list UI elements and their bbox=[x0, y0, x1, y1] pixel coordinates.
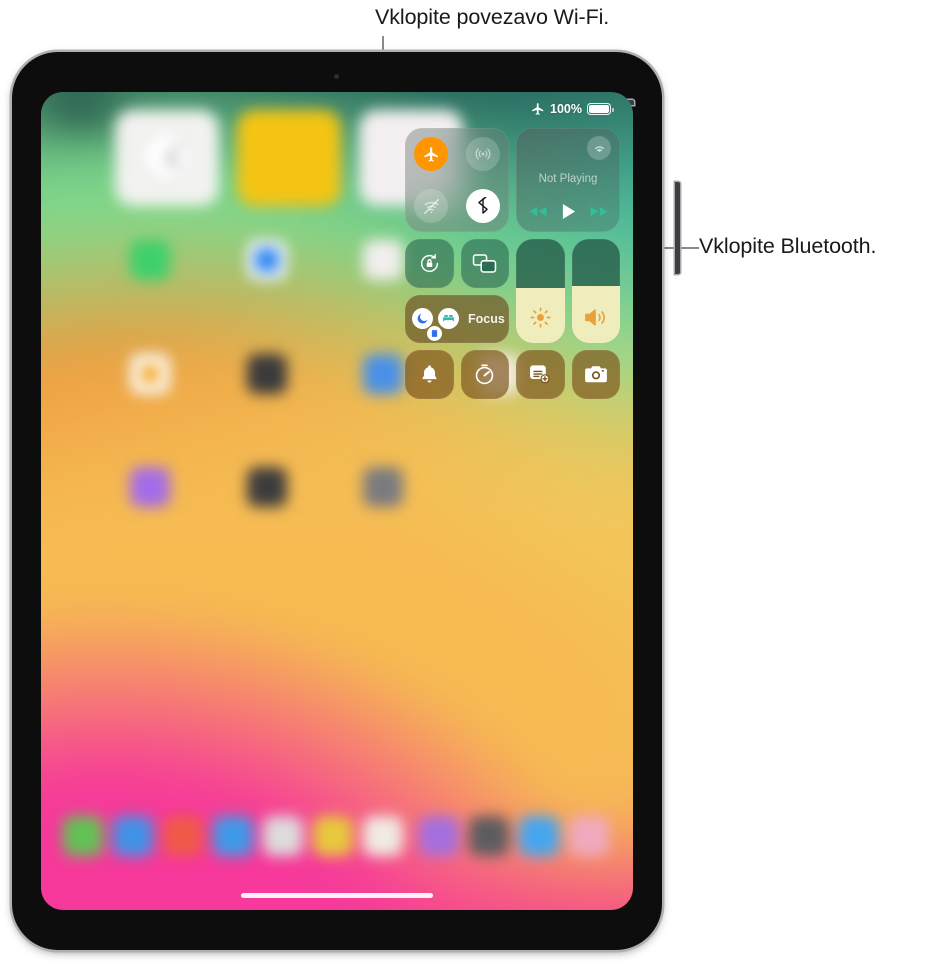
brightness-slider[interactable] bbox=[516, 239, 565, 343]
front-camera-icon bbox=[334, 74, 339, 79]
speaker-icon bbox=[572, 306, 621, 329]
cc-row-top: Not Playing bbox=[405, 128, 621, 232]
now-playing-module: Not Playing bbox=[516, 128, 620, 232]
timer-button[interactable] bbox=[460, 350, 509, 399]
dock-icon[interactable] bbox=[313, 816, 353, 856]
play-icon[interactable] bbox=[561, 203, 576, 220]
app-icon[interactable] bbox=[130, 467, 170, 507]
cellular-data-button[interactable] bbox=[466, 137, 500, 171]
dock-icon[interactable] bbox=[163, 816, 203, 856]
rewind-icon[interactable] bbox=[528, 205, 548, 218]
cc-row-bottom bbox=[405, 350, 621, 399]
dock-icon[interactable] bbox=[63, 816, 103, 856]
status-bar: 100% bbox=[531, 102, 614, 116]
dock-icon[interactable] bbox=[263, 816, 303, 856]
app-icon[interactable] bbox=[247, 467, 287, 507]
app-icon-inner bbox=[140, 364, 160, 384]
dock-icon[interactable] bbox=[569, 816, 609, 856]
reading-icon bbox=[427, 326, 442, 341]
app-icon[interactable] bbox=[247, 354, 287, 394]
callout-label-bluetooth: Vklopite Bluetooth. bbox=[699, 234, 877, 258]
notes-widget[interactable] bbox=[237, 110, 341, 206]
cc-row-middle: Focus bbox=[405, 239, 621, 343]
app-icon[interactable] bbox=[363, 467, 403, 507]
dock-icon[interactable] bbox=[519, 816, 559, 856]
battery-icon bbox=[587, 103, 614, 115]
callout-label-wifi: Vklopite povezavo Wi-Fi. bbox=[375, 5, 610, 29]
dock-icon[interactable] bbox=[213, 816, 253, 856]
focus-button[interactable]: Focus bbox=[405, 294, 509, 343]
quick-note-button[interactable] bbox=[516, 350, 565, 399]
volume-slider[interactable] bbox=[571, 239, 621, 343]
airplane-mode-button[interactable] bbox=[414, 137, 448, 171]
ipad-device: 100% Not Playing Focus bbox=[12, 52, 680, 950]
home-indicator[interactable] bbox=[241, 893, 433, 898]
screenshot-root: Vklopite povezavo Wi-Fi. Vklopite Blueto… bbox=[0, 0, 950, 979]
app-icon[interactable] bbox=[363, 354, 403, 394]
dock bbox=[55, 808, 619, 870]
dock-icon[interactable] bbox=[469, 816, 509, 856]
silent-mode-button[interactable] bbox=[405, 350, 454, 399]
airplay-audio-icon[interactable] bbox=[587, 136, 611, 160]
dock-icon[interactable] bbox=[419, 816, 459, 856]
screen-mirroring-button[interactable] bbox=[460, 239, 509, 288]
volume-buttons[interactable] bbox=[675, 182, 680, 274]
control-center: Not Playing Focus bbox=[405, 128, 621, 399]
app-icon[interactable] bbox=[363, 240, 403, 280]
now-playing-transport bbox=[516, 203, 620, 220]
app-icon[interactable] bbox=[130, 240, 170, 280]
now-playing-title: Not Playing bbox=[538, 173, 598, 185]
bluetooth-button[interactable] bbox=[466, 189, 500, 223]
battery-percent-label: 100% bbox=[550, 102, 582, 116]
airplane-icon bbox=[531, 102, 545, 116]
camera-button[interactable] bbox=[571, 350, 620, 399]
app-icon-inner bbox=[255, 248, 279, 272]
clock-widget[interactable] bbox=[115, 110, 219, 206]
dock-icon[interactable] bbox=[363, 816, 403, 856]
dock-icon[interactable] bbox=[113, 816, 153, 856]
focus-label: Focus bbox=[468, 311, 505, 326]
brightness-icon bbox=[516, 306, 565, 329]
bed-icon bbox=[438, 308, 459, 330]
connectivity-module bbox=[405, 128, 509, 232]
rotation-lock-button[interactable] bbox=[405, 239, 454, 288]
ipad-screen: 100% Not Playing Focus bbox=[41, 92, 633, 910]
wifi-button[interactable] bbox=[414, 189, 448, 223]
fast-forward-icon[interactable] bbox=[589, 205, 609, 218]
